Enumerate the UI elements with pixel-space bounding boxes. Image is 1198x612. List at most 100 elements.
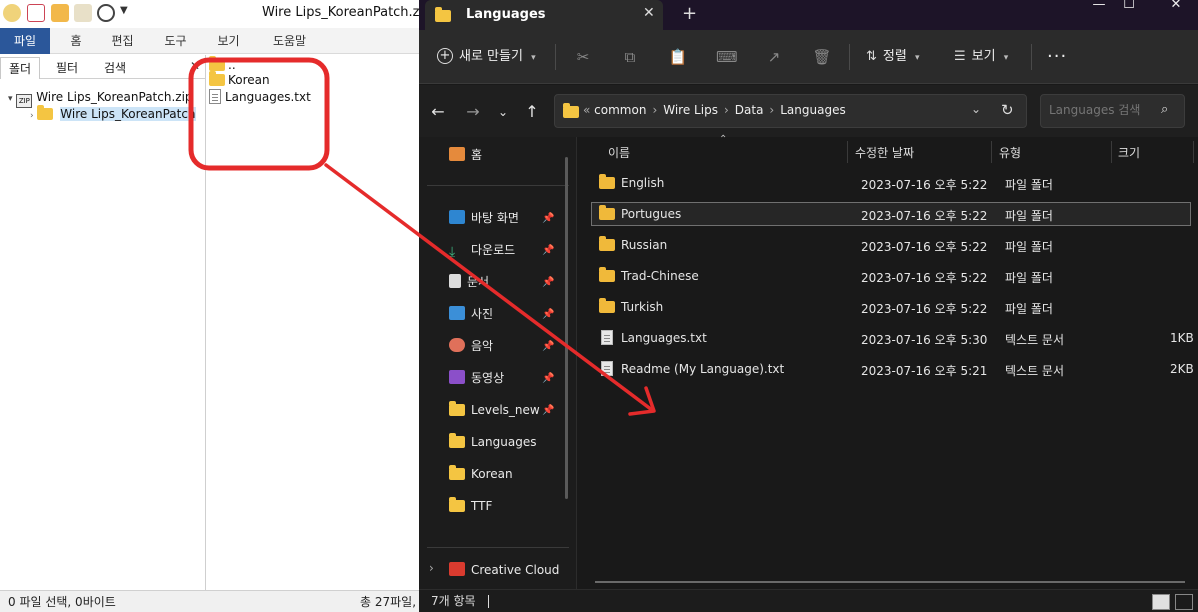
breadcrumb-separator-icon: › (769, 103, 775, 117)
quick-access-dropdown-icon[interactable]: ▼ (120, 5, 128, 16)
ribbon-tab-tools[interactable]: 도구 (153, 28, 198, 54)
breadcrumb-common[interactable]: common (594, 103, 646, 117)
nav-item-languages[interactable]: Languages (449, 432, 536, 452)
pin-icon[interactable]: 📌 (542, 277, 554, 288)
sort-label: 정렬 (882, 49, 907, 64)
subtab-filter[interactable]: 필터 (48, 57, 86, 79)
nav-item-desktop[interactable]: 바탕 화면 (449, 208, 519, 228)
back-arrow-icon[interactable]: ← (427, 101, 449, 123)
column-header-date[interactable]: 수정한 날짜 (855, 144, 914, 161)
list-item[interactable]: Russian 2023-07-16 오후 5:22 파일 폴더 (591, 233, 1191, 257)
pin-icon[interactable]: 📌 (542, 373, 554, 384)
cut-icon[interactable]: ✂ (573, 47, 593, 67)
nav-scrollbar[interactable] (565, 157, 568, 499)
copy-icon[interactable]: ⧉ (620, 47, 640, 67)
tree-item-archive[interactable]: ▾ ZIP Wire Lips_KoreanPatch.zip (8, 89, 193, 108)
column-divider[interactable] (1193, 141, 1194, 163)
subtab-folder[interactable]: 폴더 (0, 57, 41, 79)
ribbon-tab-file[interactable]: 파일 (0, 28, 50, 54)
nav-item-music[interactable]: 음악 (449, 336, 493, 356)
close-icon[interactable]: ✕ (190, 59, 200, 73)
tree-item-folder[interactable]: › Wire Lips_KoreanPatch (30, 105, 196, 123)
more-options-icon[interactable]: ··· (1047, 30, 1067, 84)
list-item[interactable]: Trad-Chinese 2023-07-16 오후 5:22 파일 폴더 (591, 264, 1191, 288)
folder-icon (599, 236, 615, 251)
list-item[interactable]: English 2023-07-16 오후 5:22 파일 폴더 (591, 171, 1191, 195)
recent-locations-icon[interactable]: ⌄ (492, 101, 514, 123)
details-view-icon[interactable] (1152, 594, 1170, 610)
paste-icon[interactable]: 📋 (668, 47, 688, 67)
close-window-icon[interactable]: ✕ (1161, 0, 1191, 14)
list-item[interactable]: Languages.txt 2023-07-16 오후 5:30 텍스트 문서 … (591, 326, 1194, 350)
pin-icon[interactable]: 📌 (542, 213, 554, 224)
column-header-type[interactable]: 유형 (999, 144, 1021, 161)
nav-item-ttf[interactable]: TTF (449, 496, 492, 516)
pin-icon[interactable]: 📌 (542, 405, 554, 416)
close-tab-icon[interactable]: ✕ (643, 5, 655, 21)
breadcrumb-languages[interactable]: Languages (780, 103, 845, 117)
sort-icon: ⇅ (866, 49, 877, 64)
nav-item-downloads[interactable]: ⤓ 다운로드 (449, 240, 515, 260)
column-divider[interactable] (1111, 141, 1112, 163)
up-arrow-icon[interactable]: ↑ (521, 101, 543, 123)
search-box[interactable]: ⌕ (1040, 94, 1185, 128)
address-bar[interactable]: « common › Wire Lips › Data › Languages ⌄ ↻ (554, 94, 1027, 128)
nav-item-creative-cloud[interactable]: Creative Cloud (449, 560, 559, 580)
search-icon[interactable]: ⌕ (1161, 102, 1168, 117)
pin-icon[interactable]: 📌 (542, 309, 554, 320)
breadcrumb-data[interactable]: Data (735, 103, 764, 117)
rename-icon[interactable]: ⌨ (716, 47, 738, 67)
column-divider[interactable] (847, 141, 848, 163)
nav-item-home[interactable]: 홈 (449, 145, 482, 165)
nav-item-documents[interactable]: 문서 (449, 272, 489, 292)
chevron-down-icon: ▾ (1003, 53, 1009, 63)
nav-item-korean[interactable]: Korean (449, 464, 513, 484)
nav-item-videos[interactable]: 동영상 (449, 368, 504, 388)
address-dropdown-icon[interactable]: ⌄ (971, 102, 981, 116)
extract-icon[interactable] (74, 4, 92, 22)
chevron-right-icon[interactable]: › (30, 111, 34, 121)
item-name: Trad-Chinese (621, 269, 699, 283)
open-archive-icon[interactable] (51, 4, 69, 22)
list-item[interactable]: Turkish 2023-07-16 오후 5:22 파일 폴더 (591, 295, 1191, 319)
delete-icon[interactable]: 🗑 (812, 47, 832, 67)
ribbon-tab-home[interactable]: 홈 (55, 28, 97, 54)
minimize-icon[interactable]: — (1084, 0, 1114, 14)
search-input[interactable] (1049, 103, 1149, 117)
navigation-pane: 홈 바탕 화면 📌 ⤓ 다운로드 📌 문서 📌 사진 📌 음악 📌 동영상 📌 L… (419, 137, 577, 589)
column-divider[interactable] (991, 141, 992, 163)
view-button[interactable]: ☰ 보기 ▾ (954, 30, 1008, 84)
tiles-view-icon[interactable] (1175, 594, 1193, 610)
new-tab-icon[interactable]: + (682, 3, 697, 24)
maximize-icon[interactable]: ☐ (1114, 0, 1144, 14)
refresh-icon[interactable]: ↻ (1001, 101, 1014, 119)
chevron-down-icon[interactable]: ▾ (8, 94, 13, 104)
ribbon-tab-help[interactable]: 도움말 (262, 28, 317, 54)
pin-icon[interactable]: 📌 (542, 341, 554, 352)
new-archive-icon[interactable] (27, 4, 45, 22)
nav-item-levels-new[interactable]: Levels_new (449, 400, 540, 420)
column-header-size[interactable]: 크기 (1118, 144, 1140, 161)
sort-button[interactable]: ⇅ 정렬 ▾ (866, 30, 920, 84)
new-button[interactable]: + 새로 만들기 ▾ (437, 30, 536, 84)
chevron-right-icon[interactable]: › (429, 561, 434, 575)
play-icon[interactable] (97, 4, 115, 22)
new-label: 새로 만들기 (459, 49, 523, 64)
list-item[interactable]: Portugues 2023-07-16 오후 5:22 파일 폴더 (591, 202, 1191, 226)
ribbon-tab-edit[interactable]: 편집 (100, 28, 145, 54)
breadcrumb-wire-lips[interactable]: Wire Lips (663, 103, 718, 117)
pin-icon[interactable]: 📌 (542, 245, 554, 256)
status-divider (488, 595, 489, 608)
ribbon-tab-view[interactable]: 보기 (206, 28, 251, 54)
subtab-search[interactable]: 검색 (96, 57, 134, 79)
explorer-tab[interactable]: Languages ✕ (425, 0, 663, 30)
list-item[interactable]: Readme (My Language).txt 2023-07-16 오후 5… (591, 357, 1194, 381)
file-row-languages[interactable]: Languages.txt (209, 89, 311, 106)
horizontal-scrollbar[interactable] (595, 581, 1185, 583)
file-row-korean[interactable]: Korean (209, 71, 270, 89)
share-icon[interactable]: ↗ (764, 47, 784, 67)
nav-item-pictures[interactable]: 사진 (449, 304, 493, 324)
column-header-name[interactable]: 이름 (608, 144, 630, 161)
overflow-chevron-icon[interactable]: « (583, 103, 590, 117)
forward-arrow-icon[interactable]: → (462, 101, 484, 123)
